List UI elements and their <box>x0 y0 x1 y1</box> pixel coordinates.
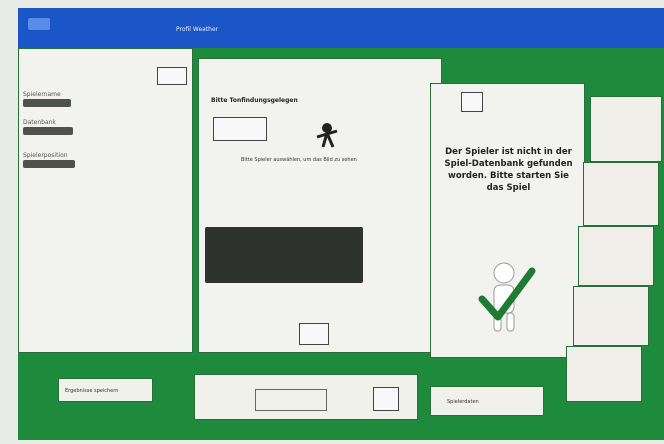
figure-icon <box>316 123 338 148</box>
field-label-1: Spielername <box>23 91 61 98</box>
checkmark-figure-icon <box>478 262 536 332</box>
title-bar: Profil Weather <box>18 8 664 48</box>
player-data-label: Spielerdaten <box>447 399 479 405</box>
app-logo-icon <box>28 18 50 30</box>
printer-icon[interactable] <box>157 67 187 85</box>
tile-5[interactable] <box>566 346 642 402</box>
warning-icon <box>461 92 483 112</box>
save-results-label: Ergebnisse speichern <box>65 388 119 394</box>
window-title: Profil Weather <box>176 26 219 33</box>
player-data-button[interactable]: Spielerdaten <box>430 386 544 416</box>
bottom-center-panel <box>194 374 418 420</box>
tile-2[interactable] <box>583 162 659 226</box>
save-results-button[interactable]: Ergebnisse speichern <box>58 378 153 402</box>
tile-1[interactable] <box>590 96 662 162</box>
field-label-2: Datenbank <box>23 119 56 126</box>
info-message: Der Spieler ist nicht in der Spiel-Daten… <box>444 147 573 193</box>
pen-icon[interactable] <box>213 117 267 141</box>
field-label-3: Spielerposition <box>23 152 68 159</box>
right-panel: Der Spieler ist nicht in der Spiel-Daten… <box>430 83 585 358</box>
center-panel: Bitte Tonfindungsgelegen Bitte Spieler a… <box>198 58 442 353</box>
field-input-1[interactable] <box>23 99 71 107</box>
field-input-3[interactable] <box>23 160 75 168</box>
tile-3[interactable] <box>578 226 654 286</box>
left-panel: Spielername Datenbank Spielerposition <box>18 48 193 353</box>
hand-icon[interactable] <box>299 323 329 345</box>
center-title: Bitte Tonfindungsgelegen <box>211 97 298 104</box>
tile-4[interactable] <box>573 286 649 346</box>
bottom-list-box[interactable] <box>255 389 327 411</box>
field-input-2[interactable] <box>23 127 73 135</box>
app-window: Profil Weather Spielername Datenbank Spi… <box>18 8 664 440</box>
dark-preview-box <box>205 227 363 283</box>
document-icon[interactable] <box>373 387 399 411</box>
center-caption: Bitte Spieler auswählen, um das Bild zu … <box>241 157 357 163</box>
